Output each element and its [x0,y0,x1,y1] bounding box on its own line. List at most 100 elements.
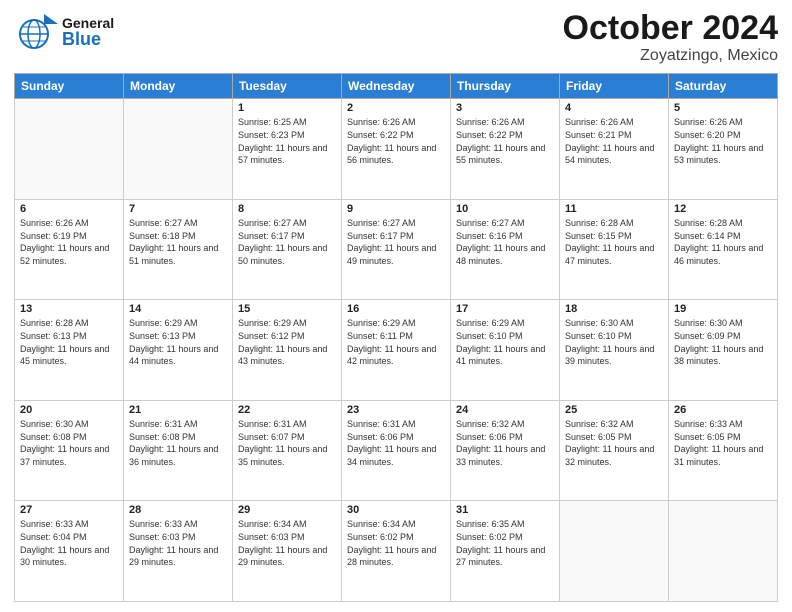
logo-icon [14,10,58,54]
day-number: 6 [20,203,118,215]
calendar-week-row: 13Sunrise: 6:28 AMSunset: 6:13 PMDayligh… [15,300,778,401]
day-number: 3 [456,102,554,114]
col-sunday: Sunday [15,74,124,99]
table-row: 25Sunrise: 6:32 AMSunset: 6:05 PMDayligh… [560,400,669,501]
table-row: 13Sunrise: 6:28 AMSunset: 6:13 PMDayligh… [15,300,124,401]
day-info: Sunrise: 6:33 AMSunset: 6:05 PMDaylight:… [674,418,772,468]
calendar-week-row: 1Sunrise: 6:25 AMSunset: 6:23 PMDaylight… [15,99,778,200]
table-row: 24Sunrise: 6:32 AMSunset: 6:06 PMDayligh… [451,400,560,501]
day-info: Sunrise: 6:29 AMSunset: 6:13 PMDaylight:… [129,317,227,367]
day-info: Sunrise: 6:26 AMSunset: 6:19 PMDaylight:… [20,217,118,267]
day-number: 21 [129,404,227,416]
day-info: Sunrise: 6:27 AMSunset: 6:17 PMDaylight:… [238,217,336,267]
day-number: 30 [347,504,445,516]
logo-blue-text: Blue [62,30,114,48]
table-row: 17 Sunrise: 6:29 AMSunset: 6:10 PMDayligh… [451,300,560,401]
day-info: Sunrise: 6:34 AMSunset: 6:02 PMDaylight:… [347,518,445,568]
table-row: 6 Sunrise: 6:26 AMSunset: 6:19 PMDaylight… [15,199,124,300]
calendar-subtitle: Zoyatzingo, Mexico [563,47,778,65]
day-number: 31 [456,504,554,516]
table-row: 15 Sunrise: 6:29 AMSunset: 6:12 PMDayligh… [233,300,342,401]
calendar-header-row: Sunday Monday Tuesday Wednesday Thursday… [15,74,778,99]
day-info: Sunrise: 6:33 AMSunset: 6:03 PMDaylight:… [129,518,227,568]
table-row [669,501,778,602]
day-info: Sunrise: 6:28 AMSunset: 6:13 PMDaylight:… [20,317,118,367]
table-row: 1Sunrise: 6:25 AMSunset: 6:23 PMDaylight… [233,99,342,200]
day-info: Sunrise: 6:31 AMSunset: 6:06 PMDaylight:… [347,418,445,468]
table-row: 3 Sunrise: 6:26 AMSunset: 6:22 PMDaylight… [451,99,560,200]
title-block: October 2024 Zoyatzingo, Mexico [563,10,778,65]
table-row: 16 Sunrise: 6:29 AMSunset: 6:11 PMDayligh… [342,300,451,401]
day-number: 10 [456,203,554,215]
logo-general-text: General [62,16,114,30]
day-info: Sunrise: 6:26 AMSunset: 6:21 PMDaylight:… [565,116,663,166]
col-saturday: Saturday [669,74,778,99]
table-row: 21 Sunrise: 6:31 AMSunset: 6:08 PMDayligh… [124,400,233,501]
table-row: 10 Sunrise: 6:27 AMSunset: 6:16 PMDayligh… [451,199,560,300]
table-row: 29 Sunrise: 6:34 AMSunset: 6:03 PMDayligh… [233,501,342,602]
day-number: 11 [565,203,663,215]
day-number: 1 [238,102,336,114]
logo: General Blue [14,10,114,54]
day-info: Sunrise: 6:33 AMSunset: 6:04 PMDaylight:… [20,518,118,568]
day-number: 22 [238,404,336,416]
day-info: Sunrise: 6:35 AMSunset: 6:02 PMDaylight:… [456,518,554,568]
calendar-title: October 2024 [563,10,778,47]
day-info: Sunrise: 6:26 AMSunset: 6:20 PMDaylight:… [674,116,772,166]
table-row: 14 Sunrise: 6:29 AMSunset: 6:13 PMDayligh… [124,300,233,401]
day-number: 12 [674,203,772,215]
calendar-table: Sunday Monday Tuesday Wednesday Thursday… [14,73,778,602]
day-info: Sunrise: 6:26 AMSunset: 6:22 PMDaylight:… [347,116,445,166]
table-row: 5Sunrise: 6:26 AMSunset: 6:20 PMDaylight… [669,99,778,200]
day-number: 29 [238,504,336,516]
day-number: 23 [347,404,445,416]
day-info: Sunrise: 6:29 AMSunset: 6:11 PMDaylight:… [347,317,445,367]
table-row: 8 Sunrise: 6:27 AMSunset: 6:17 PMDaylight… [233,199,342,300]
table-row: 22 Sunrise: 6:31 AMSunset: 6:07 PMDayligh… [233,400,342,501]
col-monday: Monday [124,74,233,99]
day-number: 15 [238,303,336,315]
day-number: 18 [565,303,663,315]
day-info: Sunrise: 6:29 AMSunset: 6:10 PMDaylight:… [456,317,554,367]
table-row: 2Sunrise: 6:26 AMSunset: 6:22 PMDaylight… [342,99,451,200]
day-number: 20 [20,404,118,416]
table-row: 18 Sunrise: 6:30 AMSunset: 6:10 PMDayligh… [560,300,669,401]
calendar-week-row: 6 Sunrise: 6:26 AMSunset: 6:19 PMDaylight… [15,199,778,300]
table-row: 23 Sunrise: 6:31 AMSunset: 6:06 PMDayligh… [342,400,451,501]
table-row: 28 Sunrise: 6:33 AMSunset: 6:03 PMDayligh… [124,501,233,602]
day-info: Sunrise: 6:30 AMSunset: 6:10 PMDaylight:… [565,317,663,367]
day-number: 7 [129,203,227,215]
table-row: 26 Sunrise: 6:33 AMSunset: 6:05 PMDayligh… [669,400,778,501]
day-number: 24 [456,404,554,416]
day-number: 14 [129,303,227,315]
day-number: 26 [674,404,772,416]
table-row: 20Sunrise: 6:30 AMSunset: 6:08 PMDayligh… [15,400,124,501]
day-info: Sunrise: 6:27 AMSunset: 6:17 PMDaylight:… [347,217,445,267]
day-number: 4 [565,102,663,114]
table-row: 31 Sunrise: 6:35 AMSunset: 6:02 PMDayligh… [451,501,560,602]
day-number: 8 [238,203,336,215]
day-number: 27 [20,504,118,516]
day-info: Sunrise: 6:27 AMSunset: 6:16 PMDaylight:… [456,217,554,267]
day-info: Sunrise: 6:31 AMSunset: 6:07 PMDaylight:… [238,418,336,468]
col-friday: Friday [560,74,669,99]
day-info: Sunrise: 6:34 AMSunset: 6:03 PMDaylight:… [238,518,336,568]
day-info: Sunrise: 6:32 AMSunset: 6:05 PMDaylight:… [565,418,663,468]
day-number: 17 [456,303,554,315]
table-row: 11 Sunrise: 6:28 AMSunset: 6:15 PMDayligh… [560,199,669,300]
day-info: Sunrise: 6:29 AMSunset: 6:12 PMDaylight:… [238,317,336,367]
day-info: Sunrise: 6:26 AMSunset: 6:22 PMDaylight:… [456,116,554,166]
table-row: 4 Sunrise: 6:26 AMSunset: 6:21 PMDaylight… [560,99,669,200]
table-row: 9 Sunrise: 6:27 AMSunset: 6:17 PMDaylight… [342,199,451,300]
calendar-week-row: 20Sunrise: 6:30 AMSunset: 6:08 PMDayligh… [15,400,778,501]
table-row [124,99,233,200]
logo-text: General Blue [62,16,114,48]
day-info: Sunrise: 6:27 AMSunset: 6:18 PMDaylight:… [129,217,227,267]
day-number: 9 [347,203,445,215]
day-number: 28 [129,504,227,516]
day-info: Sunrise: 6:31 AMSunset: 6:08 PMDaylight:… [129,418,227,468]
day-info: Sunrise: 6:30 AMSunset: 6:09 PMDaylight:… [674,317,772,367]
day-number: 16 [347,303,445,315]
header: General Blue October 2024 Zoyatzingo, Me… [14,10,778,65]
day-info: Sunrise: 6:28 AMSunset: 6:15 PMDaylight:… [565,217,663,267]
